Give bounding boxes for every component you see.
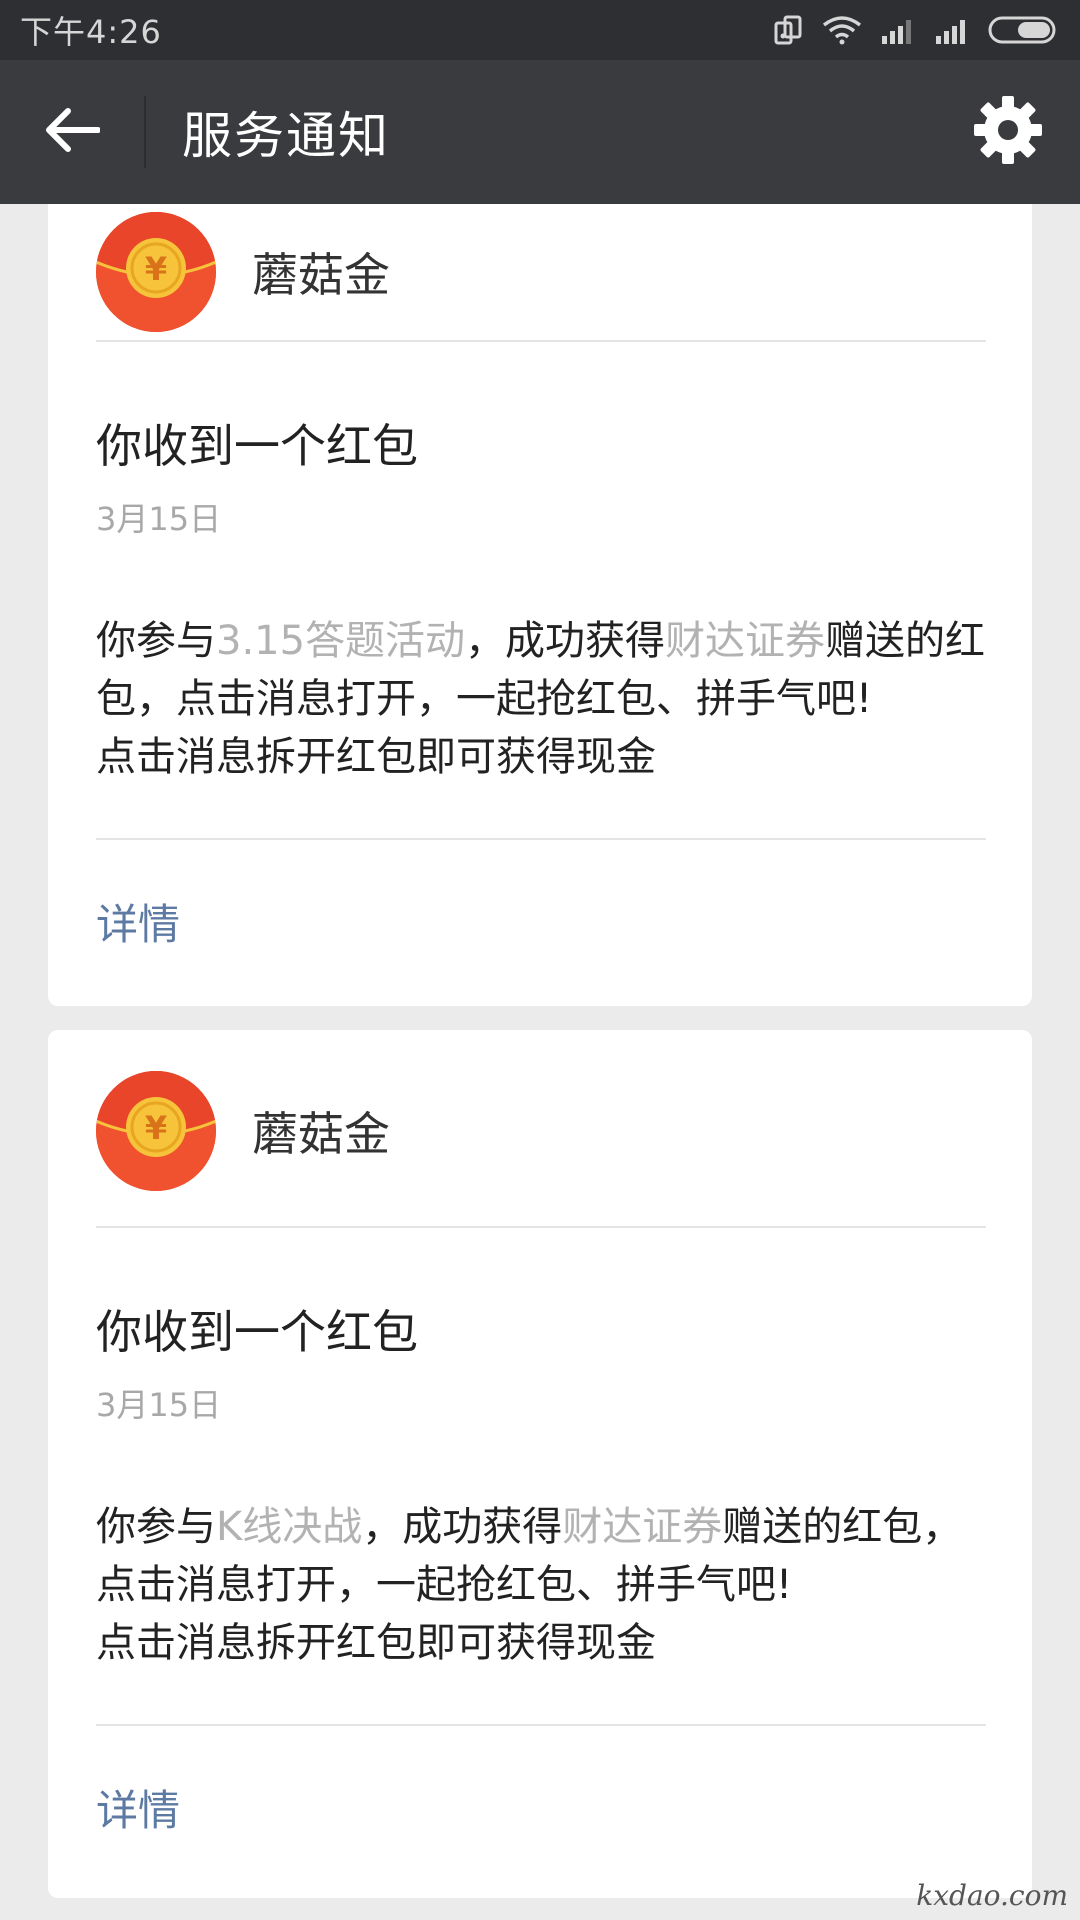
status-bar: 下午4:26 <box>0 0 1080 60</box>
yuan-coin-icon: ¥ <box>96 1071 216 1191</box>
body-line3: 点击消息拆开红包即可获得现金 <box>96 734 656 780</box>
svg-text:¥: ¥ <box>145 1109 167 1147</box>
detail-link[interactable]: 详情 <box>48 840 1032 1002</box>
card-body: 你参与K线决战，成功获得财达证券赠送的红包，点击消息打开，一起抢红包、拼手气吧!… <box>96 1498 992 1672</box>
back-button[interactable] <box>0 60 144 204</box>
detail-link[interactable]: 详情 <box>48 1726 1032 1888</box>
notification-feed[interactable]: ¥ 蘑菇金 你收到一个红包 3月15日 你参与3.15答题活动，成功获得财达证券… <box>0 204 1080 1920</box>
status-icons <box>774 14 1060 46</box>
nav-bar: 服务通知 <box>0 60 1080 204</box>
activity-name: 3.15答题活动 <box>216 618 466 664</box>
body-prefix: 你参与 <box>96 618 216 664</box>
signal-icon-1 <box>880 16 916 44</box>
card-header: ¥ 蘑菇金 <box>48 204 1032 340</box>
gear-icon <box>972 94 1044 170</box>
sponsor-name: 财达证券 <box>665 618 826 664</box>
yuan-coin-icon: ¥ <box>96 212 216 332</box>
battery-icon <box>988 15 1060 45</box>
sender-name: 蘑菇金 <box>252 1107 390 1161</box>
body-mid: ，成功获得 <box>362 1504 563 1550</box>
divider <box>96 340 986 342</box>
page-title: 服务通知 <box>182 107 390 165</box>
notification-card[interactable]: ¥ 蘑菇金 你收到一个红包 3月15日 你参与K线决战，成功获得财达证券赠送的红… <box>48 1030 1032 1898</box>
body-line3: 点击消息拆开红包即可获得现金 <box>96 1620 656 1666</box>
sender-name: 蘑菇金 <box>252 248 390 302</box>
activity-name: K线决战 <box>216 1504 363 1550</box>
nav-divider <box>144 96 146 168</box>
body-prefix: 你参与 <box>96 1504 216 1550</box>
arrow-left-icon <box>44 106 101 158</box>
red-packet-avatar: ¥ <box>96 1071 216 1191</box>
signal-icon-2 <box>934 16 970 44</box>
settings-button[interactable] <box>936 60 1080 204</box>
wifi-icon <box>822 15 862 45</box>
svg-text:¥: ¥ <box>145 250 167 288</box>
card-date: 3月15日 <box>96 1386 222 1424</box>
status-time: 下午4:26 <box>20 13 162 51</box>
red-packet-avatar: ¥ <box>96 212 216 332</box>
card-date: 3月15日 <box>96 500 222 538</box>
card-header: ¥ 蘑菇金 <box>48 1030 1032 1226</box>
screen-rotate-icon <box>774 14 804 46</box>
divider <box>96 1226 986 1228</box>
card-title: 你收到一个红包 <box>96 1305 418 1359</box>
sponsor-name: 财达证券 <box>562 1504 723 1550</box>
watermark: kxdao.com <box>916 1879 1068 1912</box>
body-mid: ，成功获得 <box>465 618 666 664</box>
notification-card[interactable]: ¥ 蘑菇金 你收到一个红包 3月15日 你参与3.15答题活动，成功获得财达证券… <box>48 204 1032 1006</box>
card-body: 你参与3.15答题活动，成功获得财达证券赠送的红包，点击消息打开，一起抢红包、拼… <box>96 612 992 786</box>
card-title: 你收到一个红包 <box>96 419 418 473</box>
